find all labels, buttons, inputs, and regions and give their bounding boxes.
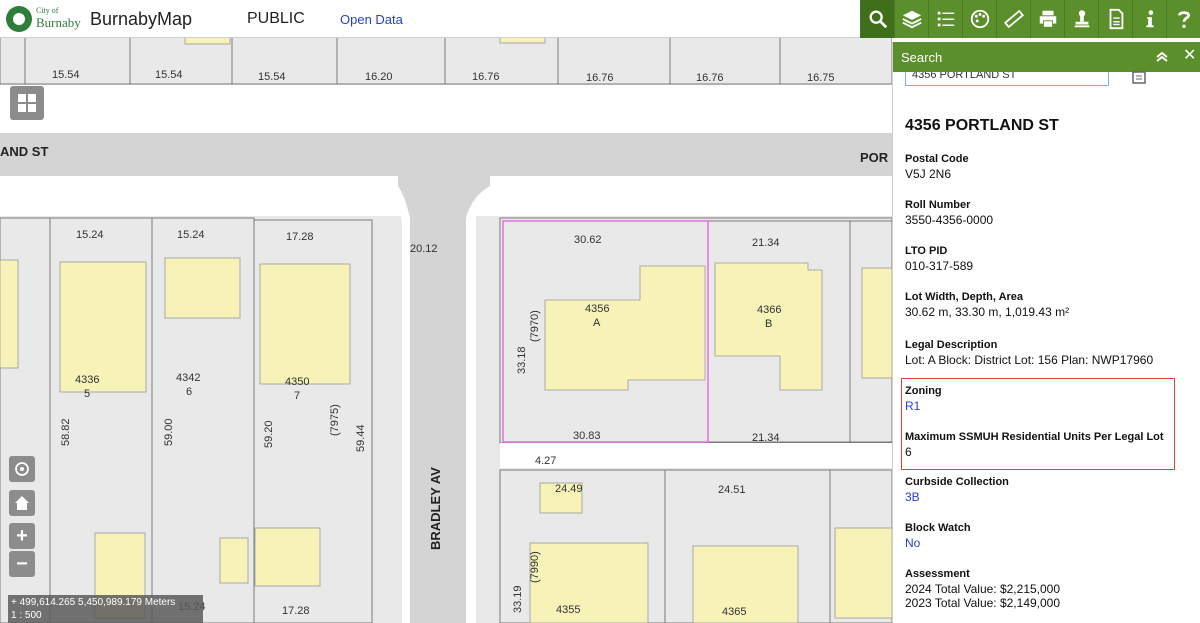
grid-icon (18, 94, 36, 112)
document-icon (1109, 8, 1123, 30)
max-units-field: Maximum SSMUH Residential Units Per Lega… (905, 431, 1164, 459)
field-value: Lot: A Block: District Lot: 156 Plan: NW… (905, 353, 1154, 367)
plus-icon: + (16, 524, 28, 547)
assessment-field: Assessment 2024 Total Value: $2,215,000 … (905, 568, 1060, 610)
top-lots (0, 38, 892, 85)
lto-pid-field: LTO PID 010-317-589 (905, 245, 973, 273)
parcel-map[interactable] (0, 38, 892, 623)
field-label: Assessment (905, 568, 970, 580)
roll-number-field: Roll Number 3550-4356-0000 (905, 199, 993, 227)
building (499, 38, 546, 44)
search-panel-header: Search ✕ (893, 42, 1200, 72)
search-tool-button[interactable] (860, 0, 894, 38)
palette-icon (970, 9, 989, 29)
list-icon (937, 11, 954, 27)
field-label: Lot Width, Depth, Area (905, 291, 1024, 303)
stamp-tool-button[interactable] (1064, 0, 1098, 38)
collapse-chevron-icon[interactable] (1155, 50, 1169, 64)
block-watch-field: Block Watch No (905, 522, 971, 550)
crosshair-icon (15, 462, 29, 476)
info-tool-button[interactable] (1132, 0, 1166, 38)
public-label: PUBLIC (247, 10, 305, 27)
minus-icon: − (16, 552, 28, 575)
field-label: Legal Description (905, 339, 998, 351)
open-data-link[interactable]: Open Data (340, 12, 403, 27)
layers-icon (901, 10, 922, 29)
logo-city-of: City of (36, 6, 59, 15)
field-label: Roll Number (905, 199, 971, 211)
clipboard-icon[interactable] (1131, 70, 1149, 84)
field-value: 010-317-589 (905, 259, 974, 273)
field-label: Block Watch (905, 522, 971, 534)
print-tool-button[interactable] (1030, 0, 1064, 38)
home-button[interactable] (9, 490, 35, 516)
measure-tool-button[interactable] (996, 0, 1030, 38)
field-value: V5J 2N6 (905, 167, 952, 181)
lot-dimensions-field: Lot Width, Depth, Area 30.62 m, 33.30 m,… (905, 291, 1069, 319)
portland-street-road (0, 133, 892, 176)
curbside-collection-field: Curbside Collection 3B (905, 476, 1009, 504)
theme-tool-button[interactable] (962, 0, 996, 38)
zoning-field: Zoning R1 (905, 385, 942, 413)
locate-button[interactable] (9, 456, 35, 482)
logo-name: Burnaby (36, 15, 81, 30)
result-heading: 4356 PORTLAND ST (905, 117, 1059, 134)
search-panel: Search ✕ 4356 PORTLAND ST Postal Code V5… (892, 42, 1200, 623)
ruler-icon (1003, 9, 1024, 29)
logo-mark-icon (6, 6, 32, 32)
field-label: LTO PID (905, 245, 948, 257)
block-watch-link[interactable]: No (905, 536, 971, 550)
zoom-out-button[interactable]: − (9, 551, 35, 577)
field-value: 2023 Total Value: $2,149,000 (905, 596, 1061, 610)
app-title: BurnabyMap (90, 9, 193, 29)
field-value: 6 (905, 445, 912, 459)
help-tool-button[interactable] (1166, 0, 1200, 38)
search-icon (869, 10, 887, 29)
help-icon (1177, 11, 1190, 28)
field-label: Postal Code (905, 153, 969, 165)
map-view[interactable]: 15.54 15.54 15.54 16.20 16.76 16.76 16.7… (0, 38, 892, 623)
report-tool-button[interactable] (1098, 0, 1132, 38)
zoom-in-button[interactable]: + (9, 523, 35, 549)
city-logo[interactable]: City of Burnaby (6, 5, 81, 33)
panel-title: Search (901, 50, 943, 65)
curbside-link[interactable]: 3B (905, 490, 1009, 504)
info-icon (1145, 10, 1154, 28)
stamp-icon (1074, 10, 1089, 28)
home-icon (15, 496, 29, 510)
scale-readout: 1 : 500 (11, 610, 42, 621)
print-icon (1039, 10, 1056, 28)
close-icon[interactable]: ✕ (1183, 48, 1199, 64)
basemap-toggle-button[interactable] (10, 86, 44, 120)
legal-description-field: Legal Description Lot: A Block: District… (905, 339, 1153, 367)
field-value: 2024 Total Value: $2,215,000 (905, 582, 1061, 596)
lane (500, 443, 892, 468)
coordinate-display: + 499,614.265 5,450,989.179 Meters 1 : 5… (8, 595, 203, 623)
app-window: City of Burnaby BurnabyMap PUBLIC Open D… (0, 0, 1200, 623)
zoning-link[interactable]: R1 (905, 399, 942, 413)
road-shoulder (0, 85, 892, 133)
field-value: 30.62 m, 33.30 m, 1,019.43 m² (905, 305, 1070, 319)
field-label: Curbside Collection (905, 476, 1009, 488)
layers-tool-button[interactable] (894, 0, 928, 38)
toolbar (860, 0, 1200, 38)
postal-code-field: Postal Code V5J 2N6 (905, 153, 969, 181)
coordinate-readout: + 499,614.265 5,450,989.179 Meters (11, 597, 176, 608)
header-bar: City of Burnaby BurnabyMap PUBLIC Open D… (0, 0, 1200, 38)
field-label: Zoning (905, 385, 942, 397)
field-value: 3550-4356-0000 (905, 213, 994, 227)
building (861, 267, 892, 379)
legend-tool-button[interactable] (928, 0, 962, 38)
building (184, 38, 231, 45)
field-label: Maximum SSMUH Residential Units Per Lega… (905, 431, 1164, 443)
